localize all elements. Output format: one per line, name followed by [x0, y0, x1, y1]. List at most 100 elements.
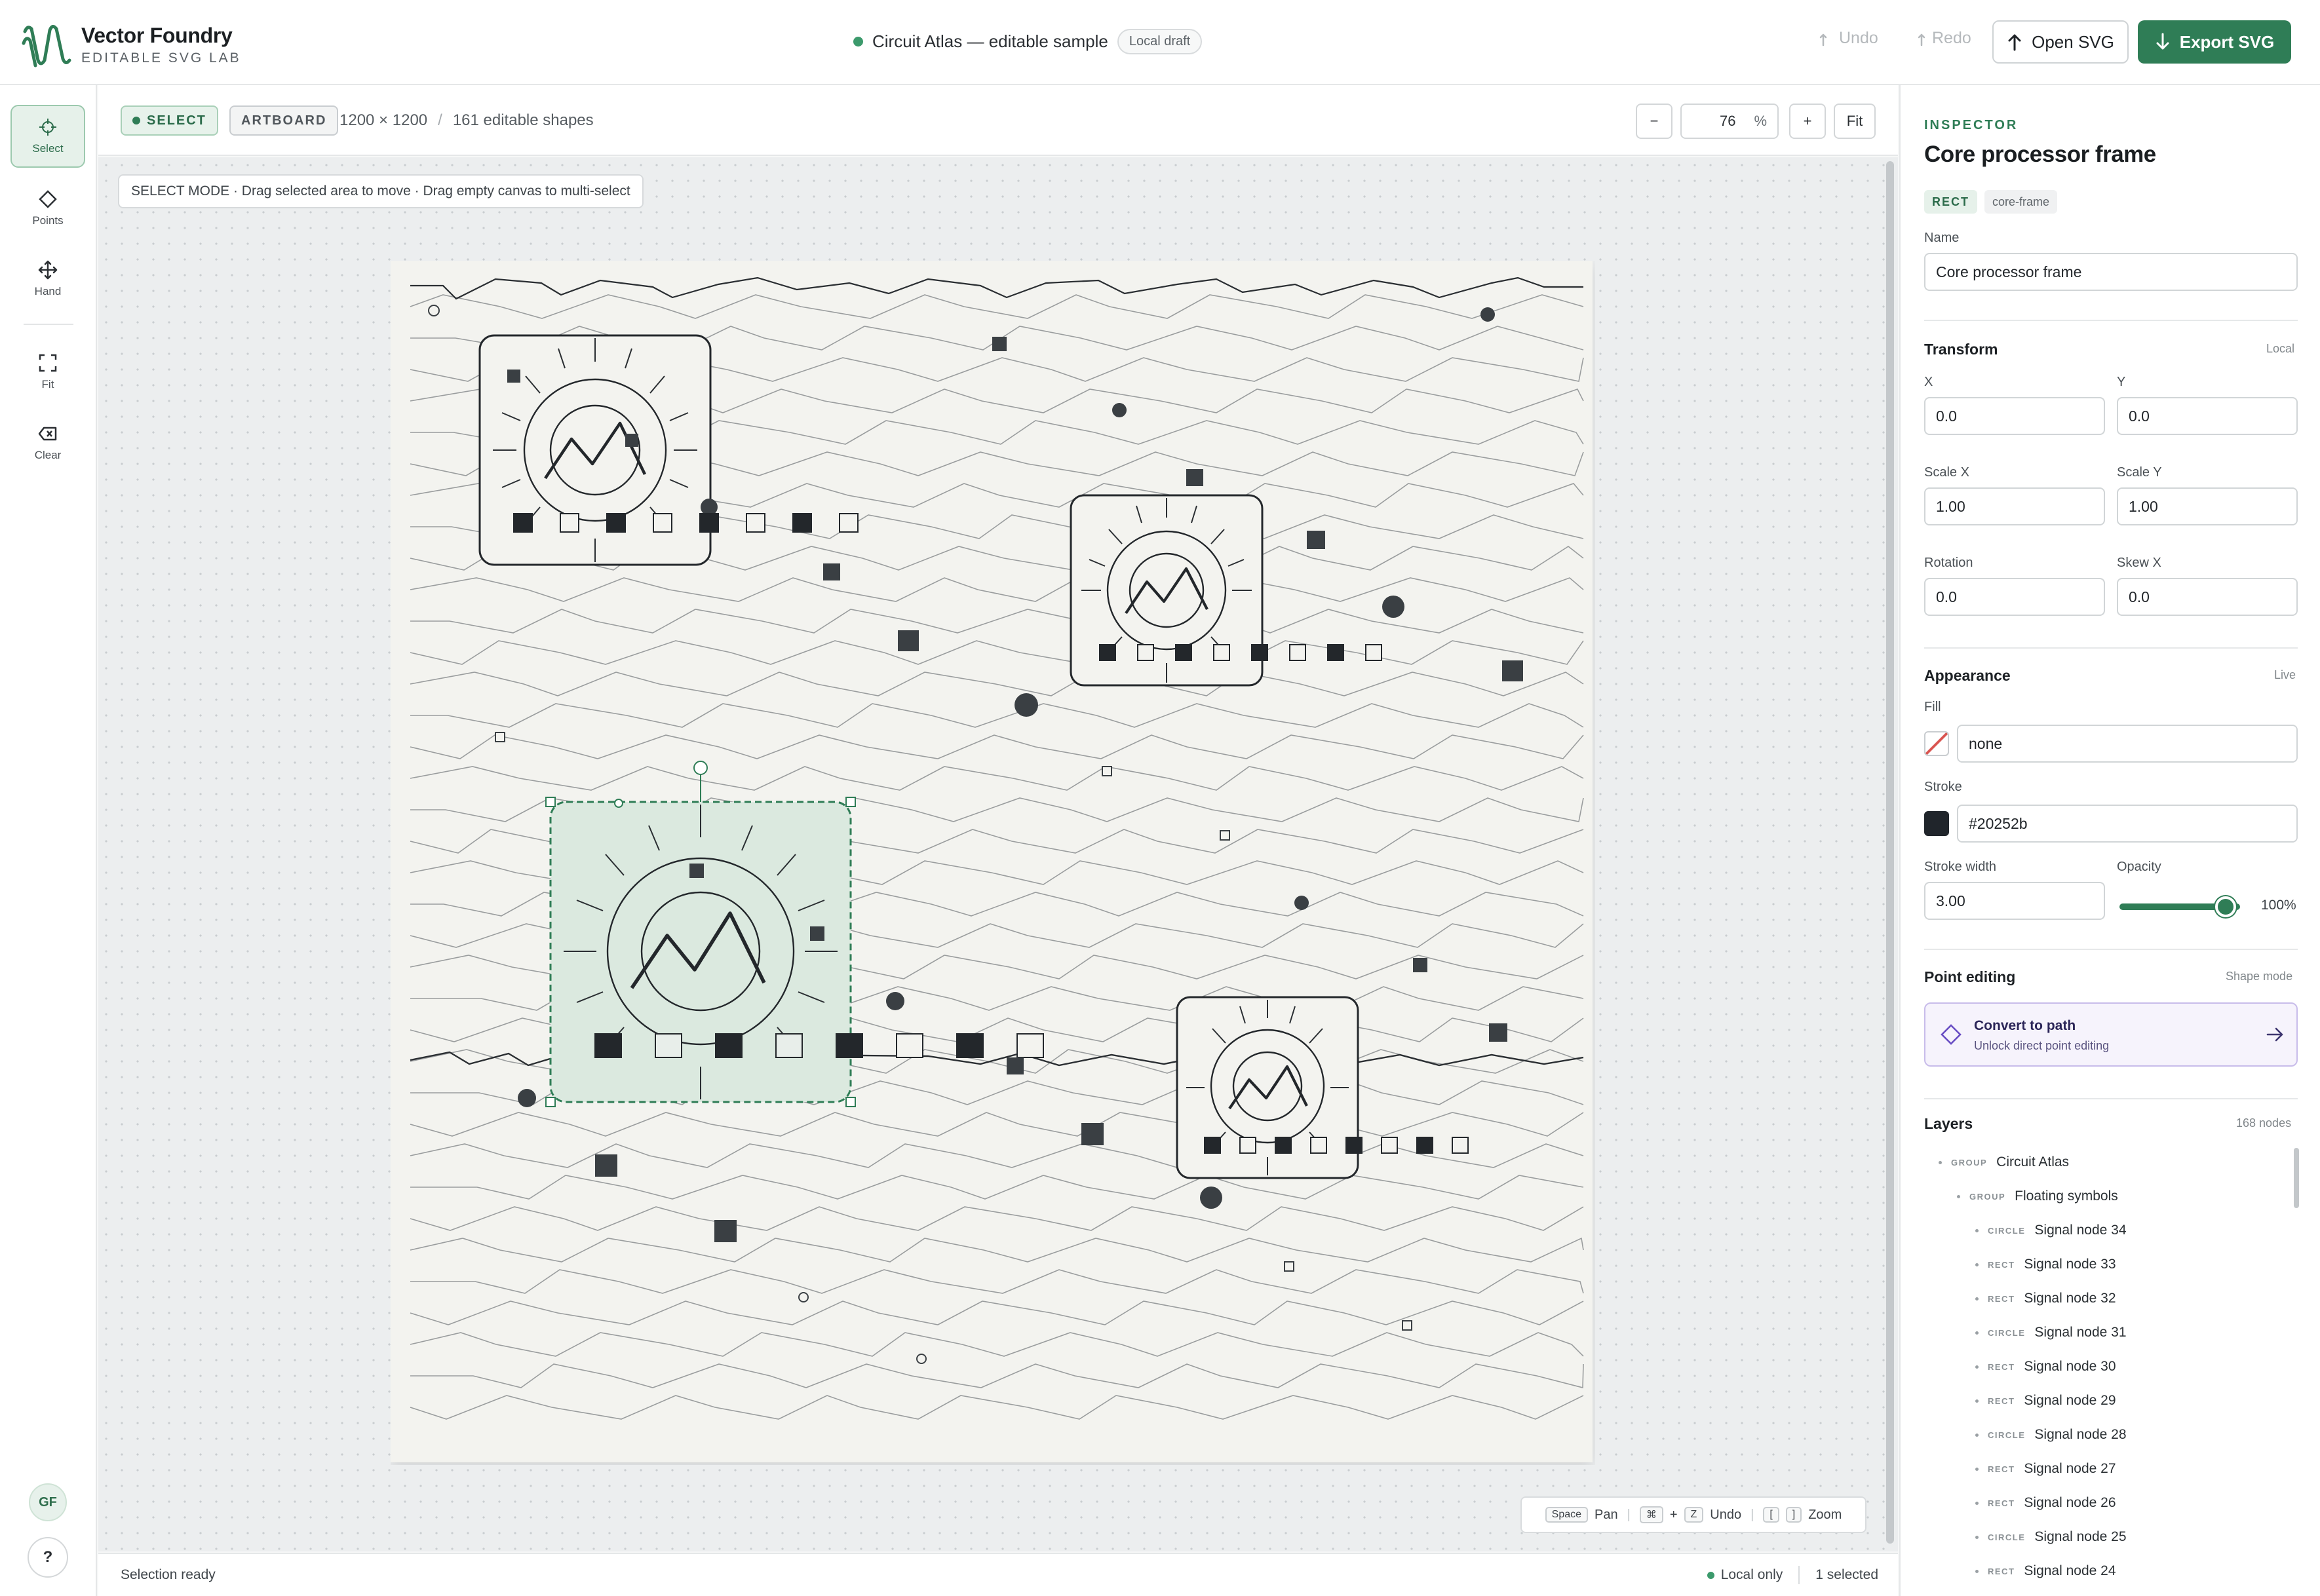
- layers-count: 168 nodes: [2236, 1116, 2292, 1130]
- opacity-slider-thumb[interactable]: [2215, 896, 2236, 917]
- name-input[interactable]: Core processor frame: [1924, 253, 2298, 291]
- layer-type: CIRCLE: [1988, 1430, 2026, 1440]
- bracket-open-key: [: [1763, 1507, 1779, 1523]
- section-divider: [1924, 1098, 2298, 1099]
- tool-fit[interactable]: Fit: [10, 341, 85, 404]
- tool-hand[interactable]: Hand: [10, 248, 85, 311]
- stroke-swatch[interactable]: [1924, 811, 1949, 836]
- layer-row[interactable]: RECT Signal node 24: [1975, 1558, 2116, 1584]
- point-editing-title: Point editing: [1924, 968, 2016, 985]
- layer-type: CIRCLE: [1988, 1532, 2026, 1542]
- zoom-out-button[interactable]: −: [1636, 104, 1672, 139]
- layer-name: Signal node 24: [2024, 1563, 2116, 1578]
- module-a-node: [507, 370, 520, 383]
- tool-points-label: Points: [32, 214, 64, 227]
- layer-name: Signal node 33: [2024, 1257, 2116, 1272]
- scale-y-input[interactable]: 1.00: [2117, 487, 2298, 525]
- signal-node: [1112, 403, 1127, 417]
- layers-title: Layers: [1924, 1115, 1973, 1132]
- stroke-width-input[interactable]: 3.00: [1924, 882, 2105, 920]
- layer-name: Signal node 27: [2024, 1461, 2116, 1476]
- stroke-input[interactable]: #20252b: [1957, 805, 2298, 843]
- tool-clear[interactable]: Clear: [10, 411, 85, 474]
- layer-name: Signal node 29: [2024, 1393, 2116, 1408]
- redo-button[interactable]: Redo: [1912, 29, 1971, 48]
- canvas-viewport[interactable]: SELECT MODE · Drag selected area to move…: [98, 157, 1898, 1551]
- transform-aside: Local: [2266, 342, 2295, 355]
- zoom-input[interactable]: 76 %: [1680, 104, 1779, 139]
- export-svg-button[interactable]: Export SVG: [2138, 20, 2291, 64]
- layer-type: RECT: [1988, 1498, 2015, 1508]
- skew-x-label: Skew X: [2117, 556, 2161, 570]
- signal-node: [992, 337, 1007, 351]
- canvas-scrollbar[interactable]: [1886, 161, 1894, 1544]
- layer-row[interactable]: GROUP Circuit Atlas: [1939, 1149, 2069, 1175]
- layer-row[interactable]: CIRCLE Signal node 31: [1975, 1320, 2127, 1346]
- x-input[interactable]: 0.0: [1924, 397, 2105, 435]
- layer-row[interactable]: RECT Signal node 30: [1975, 1354, 2116, 1380]
- vector-foundry-logo-icon: [22, 25, 71, 67]
- layer-row[interactable]: RECT Signal node 29: [1975, 1388, 2116, 1414]
- layer-row[interactable]: CIRCLE Signal node 25: [1975, 1524, 2127, 1550]
- brand-text: Vector Foundry EDITABLE SVG LAB: [81, 24, 241, 66]
- core-node: [689, 864, 704, 878]
- layer-bullet: [1975, 1433, 1979, 1437]
- z-key: Z: [1684, 1507, 1704, 1523]
- layer-name: Signal node 32: [2024, 1291, 2116, 1306]
- artboard-mode-chip[interactable]: ARTBOARD: [229, 105, 339, 136]
- tool-hand-label: Hand: [34, 285, 62, 297]
- crosshair-icon: [39, 119, 56, 136]
- layer-row[interactable]: RECT Signal node 33: [1975, 1251, 2116, 1278]
- rotate-handle: [693, 761, 708, 775]
- layer-bullet: [1975, 1399, 1979, 1403]
- redo-label: Redo: [1932, 29, 1971, 47]
- tool-points[interactable]: Points: [10, 177, 85, 240]
- mode-hint: SELECT MODE · Drag selected area to move…: [118, 174, 644, 208]
- scale-x-label: Scale X: [1924, 465, 1969, 480]
- layer-type: RECT: [1988, 1566, 2015, 1576]
- layer-type: RECT: [1988, 1259, 2015, 1270]
- open-svg-label: Open SVG: [2032, 31, 2114, 52]
- download-arrow-icon: [2156, 33, 2169, 50]
- zoom-value: 76: [1719, 113, 1736, 129]
- selection-status: Selection ready: [121, 1567, 216, 1582]
- artboard-meta: 1200 × 1200 / 161 editable shapes: [339, 111, 594, 130]
- meta-separator: /: [438, 111, 442, 129]
- saved-status-dot: [853, 37, 863, 47]
- artboard[interactable]: [391, 261, 1595, 1465]
- undo-label: Undo: [1839, 29, 1878, 47]
- layer-name: Circuit Atlas: [1996, 1154, 2070, 1169]
- rotation-input[interactable]: 0.0: [1924, 578, 2105, 616]
- shortcut-divider: |: [1627, 1507, 1631, 1522]
- open-svg-button[interactable]: Open SVG: [1992, 20, 2129, 64]
- active-mode-dot: [132, 117, 140, 124]
- fill-input[interactable]: none: [1957, 725, 2298, 763]
- rail-divider: [24, 324, 73, 325]
- layer-row[interactable]: RECT Signal node 27: [1975, 1456, 2116, 1482]
- zoom-in-button[interactable]: +: [1789, 104, 1826, 139]
- user-avatar[interactable]: GF: [29, 1483, 67, 1521]
- layer-row[interactable]: GROUP Floating symbols: [1957, 1183, 2118, 1209]
- signal-node: [916, 1354, 927, 1364]
- upload-arrow-icon: [2008, 34, 2021, 51]
- tool-select[interactable]: Select: [10, 105, 85, 168]
- layer-row[interactable]: RECT Signal node 32: [1975, 1285, 2116, 1312]
- layers-scrollbar[interactable]: [2294, 1148, 2299, 1208]
- y-input[interactable]: 0.0: [2117, 397, 2298, 435]
- fill-label: Fill: [1924, 700, 1941, 714]
- layer-row[interactable]: RECT Signal node 26: [1975, 1490, 2116, 1516]
- layer-bullet: [1939, 1160, 1942, 1164]
- scale-x-input[interactable]: 1.00: [1924, 487, 2105, 525]
- fill-swatch[interactable]: [1924, 731, 1949, 756]
- layer-bullet: [1975, 1365, 1979, 1369]
- select-mode-chip[interactable]: SELECT: [121, 105, 218, 136]
- layer-row[interactable]: CIRCLE Signal node 28: [1975, 1422, 2127, 1448]
- help-button[interactable]: ?: [28, 1537, 68, 1578]
- undo-button[interactable]: Undo: [1819, 29, 1878, 48]
- skew-x-input[interactable]: 0.0: [2117, 578, 2298, 616]
- fit-button[interactable]: Fit: [1834, 104, 1876, 139]
- plus-sign: +: [1669, 1507, 1678, 1522]
- undo-shortcut-label: Undo: [1710, 1507, 1742, 1522]
- layer-row[interactable]: CIRCLE Signal node 34: [1975, 1217, 2127, 1244]
- convert-to-path-button[interactable]: Convert to path Unlock direct point edit…: [1924, 1002, 2298, 1067]
